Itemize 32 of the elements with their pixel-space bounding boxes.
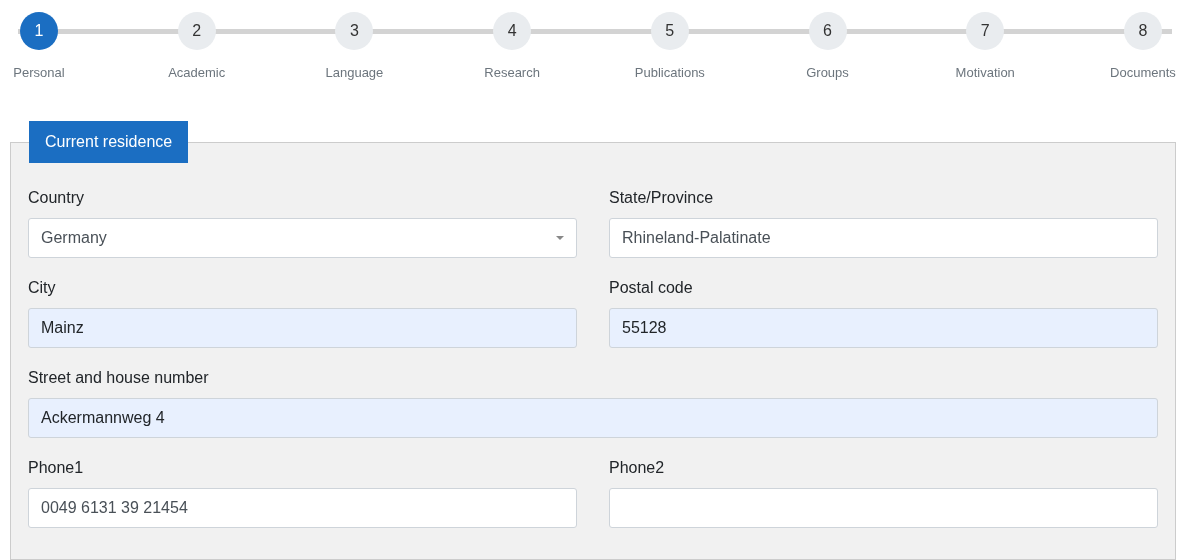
step-circle[interactable]: 3 xyxy=(335,12,374,50)
input-field[interactable]: Ackermannweg 4 xyxy=(28,398,1158,438)
caret-icon xyxy=(556,236,564,240)
step-label: Research xyxy=(484,65,540,80)
step-label: Language xyxy=(325,65,384,80)
field-label: Phone2 xyxy=(609,458,666,478)
step-label: Publications xyxy=(634,65,705,80)
section-legend: Current residence xyxy=(29,121,189,163)
step-circle[interactable]: 8 xyxy=(1123,12,1162,50)
step-label: Documents xyxy=(1110,65,1176,80)
country-dropdown[interactable]: Germany xyxy=(28,218,577,258)
step-label: Academic xyxy=(168,65,226,80)
step-circle[interactable]: 1 xyxy=(20,12,58,50)
input-field[interactable]: Rhineland-Palatinate xyxy=(609,218,1158,258)
input-field[interactable] xyxy=(609,488,1158,528)
input-field[interactable]: Mainz xyxy=(28,308,577,348)
input-field[interactable]: 0049 6131 39 21454 xyxy=(28,488,577,528)
field-label: Postal code xyxy=(609,278,694,298)
field-label: State/Province xyxy=(609,188,715,208)
field-label: Phone1 xyxy=(28,458,85,478)
step-circle[interactable]: 4 xyxy=(493,12,532,50)
step-label: Groups xyxy=(806,65,849,80)
step-circle[interactable]: 5 xyxy=(650,12,689,50)
step-label: Motivation xyxy=(955,65,1015,80)
field-label: Country xyxy=(28,188,86,208)
step-circle[interactable]: 2 xyxy=(177,12,216,50)
step-circle[interactable]: 7 xyxy=(966,12,1005,50)
field-label: City xyxy=(28,278,57,298)
input-field[interactable]: 55128 xyxy=(609,308,1158,348)
step-circle[interactable]: 6 xyxy=(808,12,847,50)
field-label: Street and house number xyxy=(28,368,210,388)
step-label: Personal xyxy=(13,65,65,80)
